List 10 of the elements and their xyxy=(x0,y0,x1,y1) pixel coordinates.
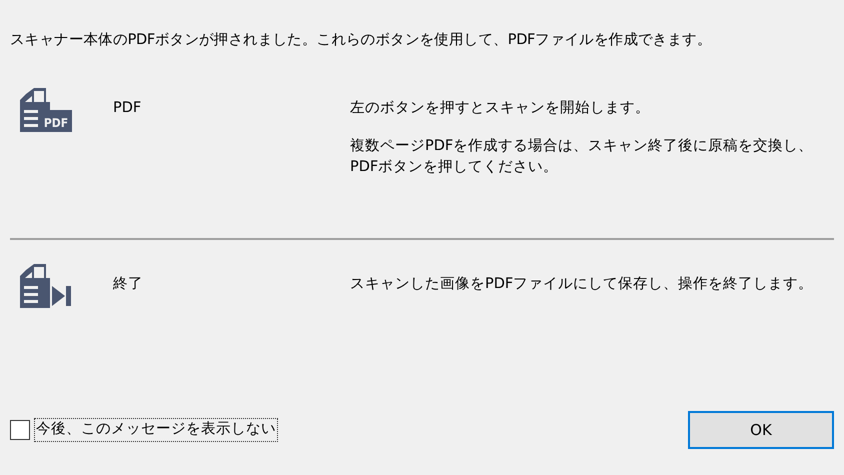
description-text: 左のボタンを押すとスキャンを開始します。 xyxy=(350,98,651,118)
checkbox-label[interactable]: 今後、このメッセージを表示しない xyxy=(34,418,278,442)
description-text: 複数ページPDFを作成する場合は、スキャン終了後に原稿を交換し、PDFボタンを押してください。 xyxy=(350,136,814,177)
ok-button[interactable]: OK xyxy=(688,411,834,449)
document-end-icon[interactable] xyxy=(20,264,72,308)
action-label: PDF xyxy=(113,98,142,118)
action-label: 終了 xyxy=(113,274,144,294)
description-text: スキャンした画像をPDFファイルにして保存し、操作を終了します。 xyxy=(350,274,814,294)
checkbox[interactable] xyxy=(10,420,30,440)
intro-text: スキャナー本体のPDFボタンが押されました。これらのボタンを使用して、PDFファイルを作成できます。 xyxy=(10,31,712,50)
